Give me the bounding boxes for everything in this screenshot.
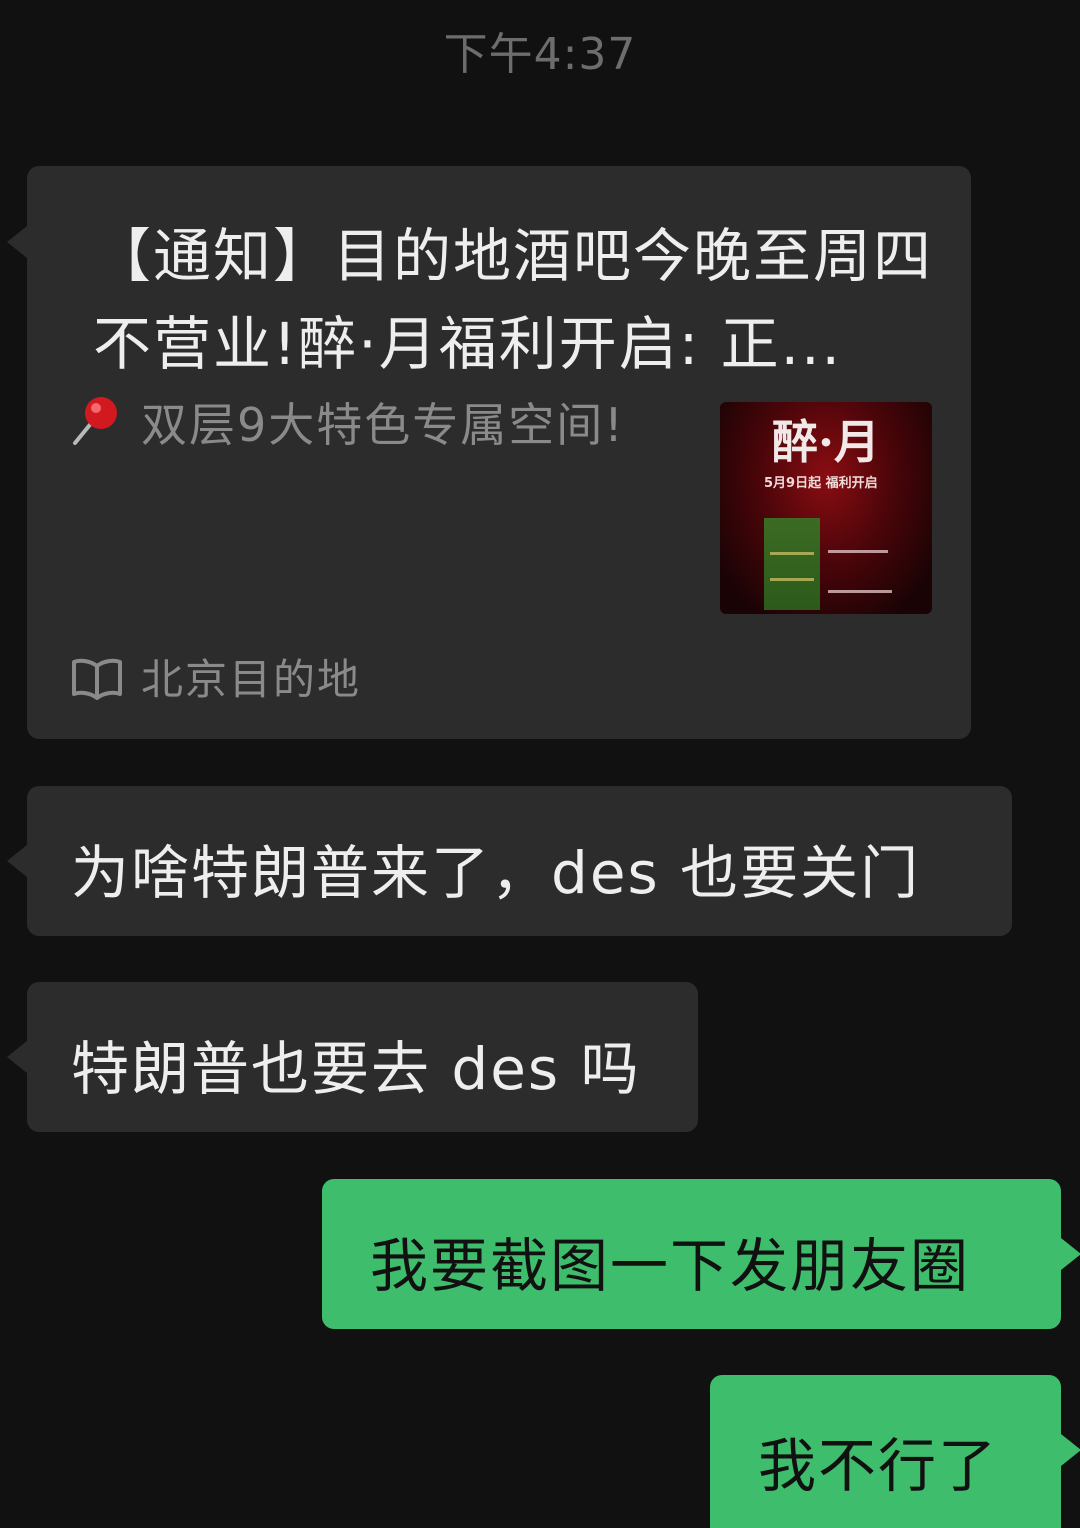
link-card-source-name: 北京目的地	[141, 655, 362, 704]
thumbnail-decor	[828, 590, 892, 593]
link-card-source: 北京目的地	[71, 646, 361, 707]
link-card-thumbnail: 醉·月 5月9日起 福利开启	[720, 402, 932, 614]
incoming-message[interactable]: 为啥特朗普来了，des 也要关门	[7, 786, 1012, 936]
thumbnail-subtitle: 5月9日起 福利开启	[764, 476, 878, 491]
link-card-message[interactable]: 【通知】目的地酒吧今晚至周四不营业!醉·月福利开启: 正... 双层9大特色专属…	[7, 166, 971, 739]
bubble-tail	[7, 1041, 27, 1073]
thumbnail-decor	[828, 550, 888, 553]
bubble-tail	[7, 226, 27, 258]
thumbnail-green-panel	[764, 518, 820, 610]
outgoing-message[interactable]: 我要截图一下发朋友圈	[322, 1179, 1080, 1329]
bubble-tail	[1061, 1434, 1080, 1466]
link-card-description: 双层9大特色专属空间!	[141, 398, 625, 452]
message-text: 我不行了	[758, 1432, 999, 1500]
bubble-tail	[1061, 1238, 1080, 1270]
link-card-description-wrap: 双层9大特色专属空间!	[67, 388, 627, 462]
thumbnail-decor	[770, 552, 814, 555]
book-icon	[71, 656, 123, 700]
thumbnail-title: 醉·月	[771, 415, 880, 469]
message-text: 特朗普也要去 des 吗	[71, 1035, 641, 1103]
pushpin-icon	[67, 393, 123, 449]
outgoing-message[interactable]: 我不行了	[710, 1375, 1080, 1528]
message-text: 为啥特朗普来了，des 也要关门	[71, 839, 921, 907]
message-text: 我要截图一下发朋友圈	[370, 1232, 971, 1300]
thumbnail-decor	[770, 578, 814, 581]
bubble-tail	[7, 845, 27, 877]
incoming-message[interactable]: 特朗普也要去 des 吗	[7, 982, 698, 1132]
message-timestamp: 下午4:37	[443, 29, 637, 80]
link-card-title: 【通知】目的地酒吧今晚至周四不营业!醉·月福利开启: 正...	[93, 222, 934, 378]
